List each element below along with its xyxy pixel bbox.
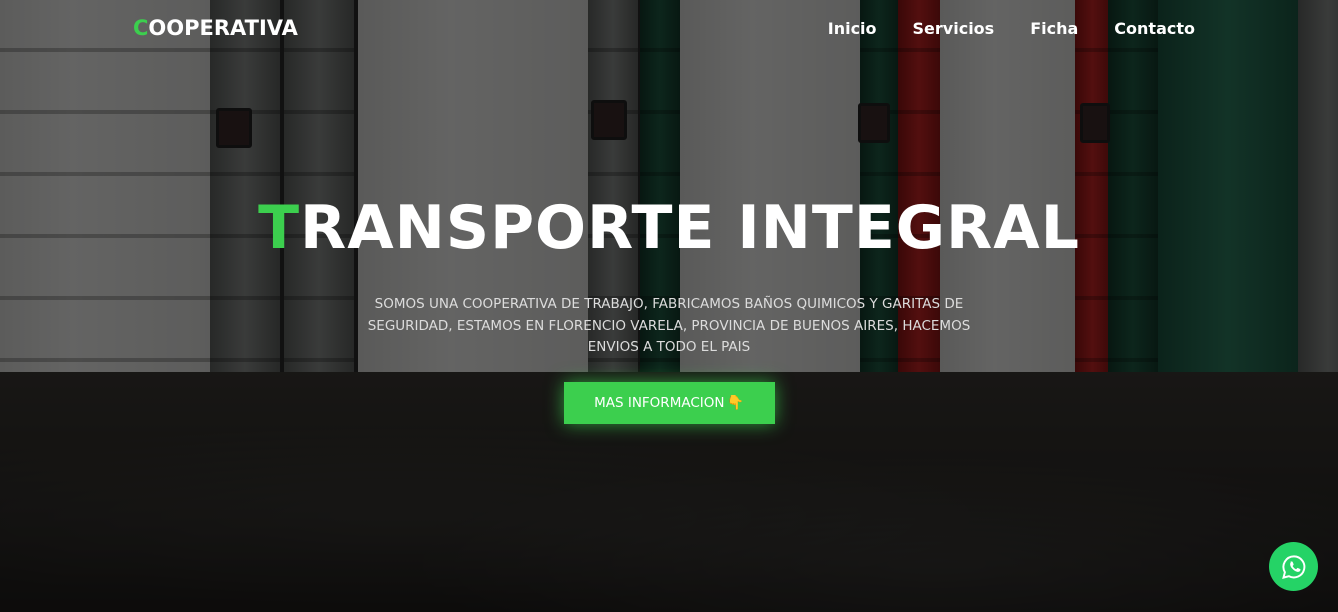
hero-description: SOMOS UNA COOPERATIVA DE TRABAJO, FABRIC…	[367, 296, 971, 355]
nav-link-contacto[interactable]: Contacto	[1114, 19, 1195, 38]
whatsapp-icon	[1281, 554, 1305, 579]
logo-text: OOPERATIVA	[148, 16, 298, 40]
hero-title: TRANSPORTE INTEGRAL	[0, 190, 1338, 266]
more-info-button[interactable]: MAS INFORMACION 👇	[563, 381, 775, 424]
hero-content: TRANSPORTE INTEGRAL SOMOS UNA COOPERATIV…	[0, 190, 1338, 424]
whatsapp-button[interactable]	[1269, 542, 1318, 591]
hero-title-rest: RANSPORTE INTEGRAL	[300, 193, 1080, 263]
logo-first-letter: C	[133, 16, 149, 40]
more-info-label: MAS INFORMACION	[594, 394, 725, 411]
nav-link-servicios[interactable]: Servicios	[913, 19, 995, 38]
nav-link-inicio[interactable]: Inicio	[828, 19, 877, 38]
pointing-hand-icon: 👇	[726, 394, 744, 411]
hero-title-first-letter: T	[258, 193, 300, 263]
nav-link-ficha[interactable]: Ficha	[1030, 19, 1078, 38]
nav-menu: Inicio Servicios Ficha Contacto	[828, 19, 1195, 38]
logo[interactable]: COOPERATIVA	[133, 16, 298, 40]
navbar: COOPERATIVA Inicio Servicios Ficha Conta…	[0, 0, 1338, 60]
